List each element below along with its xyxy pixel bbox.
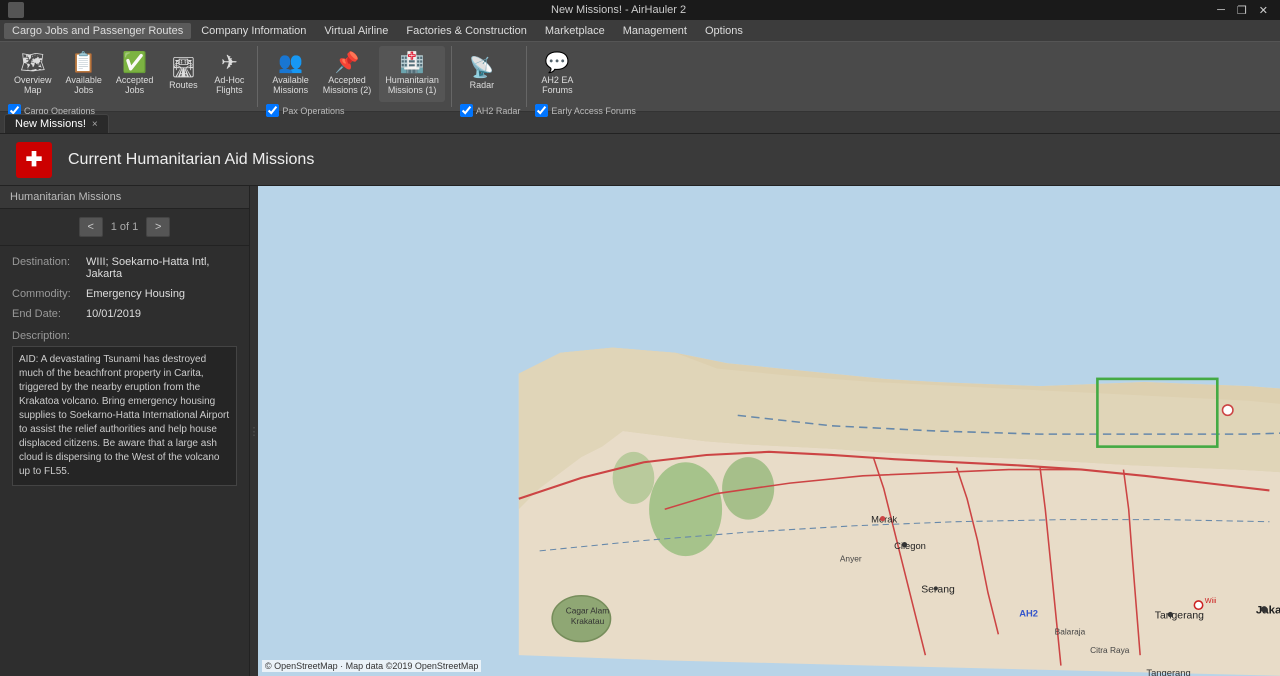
- page-indicator: 1 of 1: [111, 221, 139, 233]
- forums-label: AH2 EAForums: [541, 75, 573, 95]
- commodity-label: Commodity:: [12, 288, 82, 300]
- menu-management[interactable]: Management: [615, 23, 695, 39]
- description-label: Description:: [12, 330, 237, 342]
- next-page-button[interactable]: >: [146, 217, 170, 237]
- adhoc-flights-button[interactable]: ✈ Ad-HocFlights: [207, 46, 251, 102]
- toolbar: 🗺 OverviewMap 📋 AvailableJobs ✅ Accepted…: [0, 42, 1280, 112]
- radar-label: Radar: [470, 80, 495, 90]
- content-split: Humanitarian Missions < 1 of 1 > Destina…: [0, 186, 1280, 676]
- map-area[interactable]: Cagar Alam Krakatau: [258, 186, 1280, 676]
- accepted-jobs-button[interactable]: ✅ AcceptedJobs: [110, 46, 160, 102]
- close-button[interactable]: ✕: [1255, 4, 1272, 17]
- left-panel: Humanitarian Missions < 1 of 1 > Destina…: [0, 186, 250, 676]
- available-missions-button[interactable]: 👥 AvailableMissions: [266, 46, 314, 102]
- panel-section-header: Humanitarian Missions: [0, 186, 249, 209]
- destination-label: Destination:: [12, 256, 82, 280]
- available-jobs-icon: 📋: [71, 53, 96, 73]
- enddate-row: End Date: 10/01/2019: [12, 308, 237, 320]
- svg-text:Cagar Alam: Cagar Alam: [566, 605, 610, 615]
- minimize-button[interactable]: ─: [1213, 4, 1229, 17]
- title-bar-controls: ─ ❐ ✕: [1213, 4, 1272, 17]
- pax-ops-label: Pax Operations: [282, 106, 344, 116]
- title-bar: New Missions! - AirHauler 2 ─ ❐ ✕: [0, 0, 1280, 20]
- overview-map-icon: 🗺: [20, 53, 45, 73]
- accepted-missions-label: AcceptedMissions (2): [323, 75, 372, 95]
- svg-text:Citra Raya: Citra Raya: [1090, 645, 1130, 655]
- overview-map-button[interactable]: 🗺 OverviewMap: [8, 46, 58, 102]
- svg-text:AH2: AH2: [1019, 609, 1038, 619]
- commodity-value: Emergency Housing: [86, 288, 185, 300]
- enddate-value: 10/01/2019: [86, 308, 141, 320]
- svg-text:Krakatau: Krakatau: [571, 616, 605, 626]
- menu-cargo[interactable]: Cargo Jobs and Passenger Routes: [4, 23, 191, 39]
- svg-text:Cilegon: Cilegon: [894, 541, 926, 551]
- pagination-row: < 1 of 1 >: [0, 209, 249, 246]
- accepted-missions-button[interactable]: 📌 AcceptedMissions (2): [317, 46, 378, 102]
- accepted-jobs-icon: ✅: [122, 53, 147, 73]
- enddate-label: End Date:: [12, 308, 82, 320]
- early-access-label: Early Access Forums: [551, 106, 636, 116]
- description-text: AID: A devastating Tsunami has destroyed…: [12, 346, 237, 486]
- humanitarian-label: HumanitarianMissions (1): [385, 75, 439, 95]
- forums-button[interactable]: 💬 AH2 EAForums: [535, 46, 579, 102]
- svg-text:Anyer: Anyer: [840, 553, 862, 563]
- routes-icon: 🛣: [171, 58, 196, 78]
- red-cross-icon: ✚: [16, 142, 52, 178]
- forums-checkbox[interactable]: [535, 104, 548, 117]
- routes-label: Routes: [169, 80, 198, 90]
- main-content: ✚ Current Humanitarian Aid Missions Huma…: [0, 134, 1280, 676]
- svg-text:Jakarta: Jakarta: [1256, 604, 1280, 616]
- mission-details: Destination: WIII; Soekarno-Hatta Intl, …: [0, 246, 249, 330]
- svg-text:Tangerang: Tangerang: [1155, 611, 1204, 622]
- destination-value: WIII; Soekarno-Hatta Intl, Jakarta: [86, 256, 237, 280]
- map-svg: Cagar Alam Krakatau: [258, 186, 1280, 676]
- overview-map-label: OverviewMap: [14, 75, 52, 95]
- pax-ops-checkbox[interactable]: [266, 104, 279, 117]
- svg-text:Balaraja: Balaraja: [1055, 626, 1086, 636]
- destination-row: Destination: WIII; Soekarno-Hatta Intl, …: [12, 256, 237, 280]
- humanitarian-button[interactable]: 🏥 HumanitarianMissions (1): [379, 46, 445, 102]
- available-jobs-label: AvailableJobs: [66, 75, 102, 95]
- new-missions-tab[interactable]: New Missions! ×: [4, 114, 109, 133]
- menu-marketplace[interactable]: Marketplace: [537, 23, 613, 39]
- menu-company[interactable]: Company Information: [193, 23, 314, 39]
- available-missions-label: AvailableMissions: [272, 75, 308, 95]
- menu-options[interactable]: Options: [697, 23, 751, 39]
- commodity-row: Commodity: Emergency Housing: [12, 288, 237, 300]
- tab-label: New Missions!: [15, 118, 86, 130]
- page-header: ✚ Current Humanitarian Aid Missions: [0, 134, 1280, 186]
- description-section: Description: AID: A devastating Tsunami …: [0, 330, 249, 486]
- svg-text:Tangerang: Tangerang: [1146, 668, 1190, 676]
- menu-factories[interactable]: Factories & Construction: [398, 23, 534, 39]
- tab-close-button[interactable]: ×: [92, 119, 98, 130]
- radar-icon: 📡: [469, 58, 494, 78]
- menu-virtual[interactable]: Virtual Airline: [316, 23, 396, 39]
- ah2-radar-label: AH2 Radar: [476, 106, 521, 116]
- menu-bar: Cargo Jobs and Passenger Routes Company …: [0, 20, 1280, 42]
- humanitarian-icon: 🏥: [400, 53, 425, 73]
- resize-handle[interactable]: ⋮: [250, 186, 258, 676]
- svg-text:Serang: Serang: [921, 585, 955, 596]
- forums-icon: 💬: [545, 53, 570, 73]
- svg-text:Wiii: Wiii: [1205, 596, 1217, 605]
- title-bar-icon: [8, 2, 24, 18]
- available-missions-icon: 👥: [278, 53, 303, 73]
- available-jobs-button[interactable]: 📋 AvailableJobs: [60, 46, 108, 102]
- accepted-jobs-label: AcceptedJobs: [116, 75, 154, 95]
- radar-checkbox[interactable]: [460, 104, 473, 117]
- maximize-button[interactable]: ❐: [1233, 4, 1251, 17]
- page-title: Current Humanitarian Aid Missions: [68, 151, 314, 169]
- title-bar-title: New Missions! - AirHauler 2: [24, 4, 1213, 16]
- adhoc-icon: ✈: [221, 53, 238, 73]
- map-attribution: © OpenStreetMap · Map data ©2019 OpenStr…: [262, 660, 481, 672]
- routes-button[interactable]: 🛣 Routes: [161, 46, 205, 102]
- prev-page-button[interactable]: <: [79, 217, 103, 237]
- accepted-missions-icon: 📌: [335, 53, 360, 73]
- adhoc-label: Ad-HocFlights: [214, 75, 244, 95]
- radar-button[interactable]: 📡 Radar: [460, 46, 504, 102]
